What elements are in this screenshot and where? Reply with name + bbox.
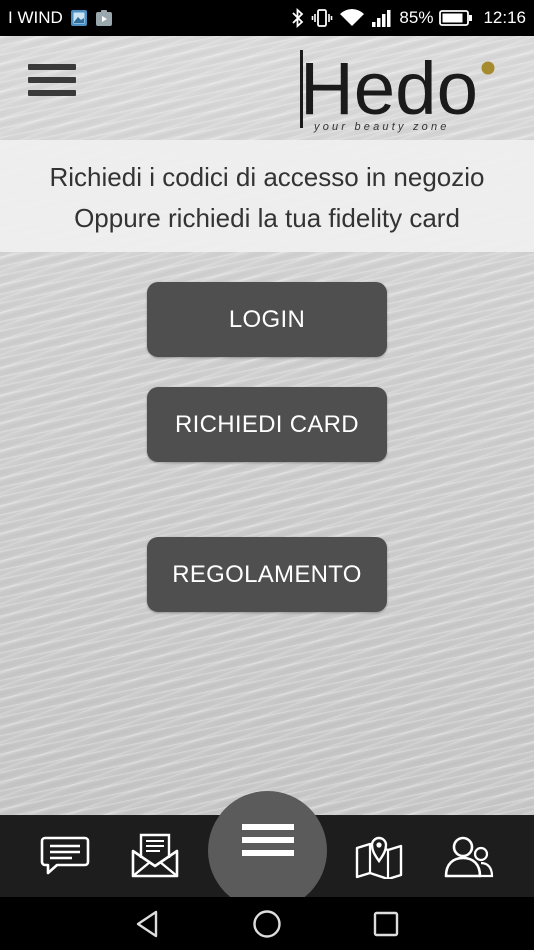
users-icon	[444, 836, 494, 878]
gallery-notification-icon	[70, 9, 88, 27]
logo-tagline: your beauty zone	[313, 121, 450, 133]
tab-chat[interactable]	[25, 815, 105, 897]
logo-dot-icon	[481, 61, 495, 75]
battery-icon	[439, 9, 473, 27]
home-button[interactable]	[237, 897, 297, 950]
wifi-icon	[339, 8, 365, 28]
center-menu-button[interactable]	[208, 791, 327, 910]
info-banner: Richiedi i codici di accesso in negozio …	[0, 140, 534, 252]
hamburger-menu-icon[interactable]	[28, 64, 76, 98]
back-button[interactable]	[118, 897, 178, 950]
status-right: 85% 12:16	[291, 8, 526, 28]
logo-wordmark: Hedo	[300, 47, 478, 130]
mail-icon	[131, 833, 179, 878]
status-bar: I WIND 85% 12:16	[0, 0, 534, 36]
hedo-logo: Hedo your beauty zone	[298, 44, 503, 136]
home-icon	[253, 909, 281, 938]
status-left: I WIND	[8, 8, 113, 28]
tab-messages[interactable]	[115, 815, 195, 897]
back-icon	[136, 910, 158, 937]
menu-icon	[241, 824, 294, 858]
app-content: Hedo your beauty zone Richiedi i codici …	[0, 36, 534, 815]
map-icon	[355, 836, 403, 879]
info-line-2: Oppure richiedi la tua fidelity card	[74, 203, 460, 233]
carrier-label: I WIND	[8, 8, 63, 27]
chat-icon	[40, 836, 90, 875]
clock: 12:16	[483, 8, 526, 27]
tab-map[interactable]	[339, 815, 419, 897]
richiedi-card-button[interactable]: RICHIEDI CARD	[147, 387, 387, 462]
bluetooth-icon	[291, 8, 305, 28]
header: Hedo your beauty zone	[0, 36, 534, 140]
tab-users[interactable]	[429, 815, 509, 897]
signal-icon	[371, 8, 393, 28]
login-button[interactable]: LOGIN	[147, 282, 387, 357]
battery-percent: 85%	[399, 8, 434, 27]
play-store-notification-icon	[95, 9, 113, 27]
regolamento-button[interactable]: REGOLAMENTO	[147, 537, 387, 612]
recent-apps-icon	[373, 911, 399, 936]
vibrate-icon	[311, 8, 333, 28]
recent-apps-button[interactable]	[356, 897, 416, 950]
system-nav-bar	[0, 897, 534, 950]
info-line-1: Richiedi i codici di accesso in negozio	[49, 162, 485, 192]
